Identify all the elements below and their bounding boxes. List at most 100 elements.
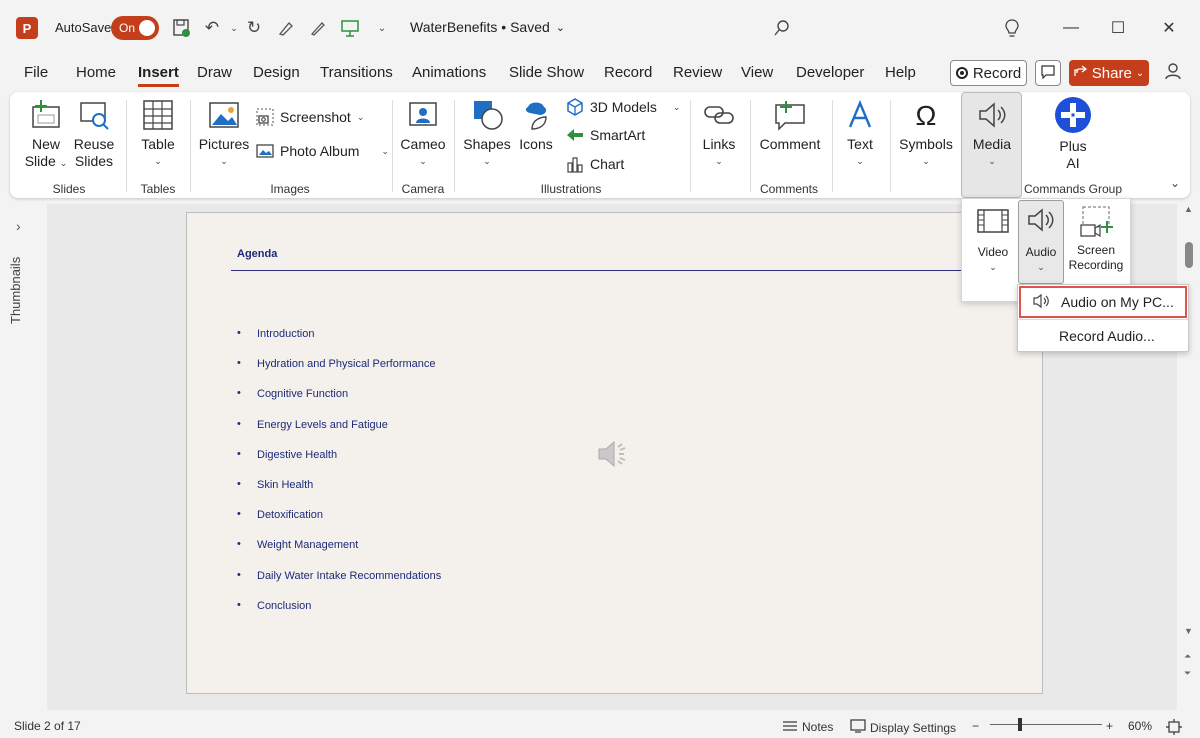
thumbnails-pane[interactable]: › Thumbnails: [0, 204, 46, 710]
search-icon[interactable]: [770, 16, 794, 40]
pictures-button[interactable]: Pictures ⌄: [199, 98, 249, 170]
group-divider: [126, 100, 127, 192]
smartart-button[interactable]: SmartArt: [566, 126, 645, 144]
reuse-slides-label-1: Reuse: [73, 136, 115, 152]
zoom-level[interactable]: 60%: [1128, 719, 1152, 733]
ribbon-display-options-icon[interactable]: ⌄: [1170, 176, 1180, 190]
reuse-slides-button[interactable]: Reuse Slides: [72, 98, 116, 170]
3d-models-button[interactable]: 3D Models ⌄: [566, 98, 680, 116]
list-item: Weight Management: [237, 538, 441, 569]
document-title-text: WaterBenefits • Saved: [410, 19, 550, 35]
slide[interactable]: Agenda Introduction Hydration and Physic…: [186, 212, 1043, 694]
group-divider: [750, 100, 751, 192]
notes-label: Notes: [802, 719, 834, 734]
chevron-down-icon: ⌄: [555, 21, 565, 34]
chevron-right-icon[interactable]: ›: [16, 218, 21, 234]
tab-review[interactable]: Review: [673, 64, 722, 81]
photo-album-button[interactable]: Photo Album ⌄: [256, 142, 389, 160]
cameo-button[interactable]: Cameo ⌄: [400, 98, 446, 170]
vertical-scrollbar[interactable]: ▲ ▼ ⏶ ⏷: [1180, 204, 1198, 710]
audio-speaker-icon[interactable]: [597, 438, 633, 473]
scroll-down-icon[interactable]: ▼: [1184, 626, 1193, 636]
tab-animations[interactable]: Animations: [412, 64, 486, 81]
display-settings-button[interactable]: Display Settings: [850, 719, 956, 736]
new-slide-icon: [29, 98, 63, 132]
screenshot-button[interactable]: Screenshot ⌄: [256, 108, 364, 126]
audio-button[interactable]: Audio ⌄: [1019, 205, 1063, 275]
document-title[interactable]: WaterBenefits • Saved ⌄: [410, 19, 565, 35]
zoom-out-button[interactable]: −: [972, 719, 979, 733]
zoom-slider-thumb[interactable]: [1018, 718, 1023, 731]
shapes-button[interactable]: Shapes ⌄: [463, 98, 511, 170]
media-button[interactable]: Media ⌄: [962, 98, 1022, 170]
undo-icon[interactable]: ↶: [200, 16, 224, 40]
present-icon[interactable]: [338, 16, 362, 40]
record-audio-item[interactable]: Record Audio...: [1018, 320, 1188, 352]
audio-on-my-pc-item[interactable]: Audio on My PC...: [1019, 286, 1187, 318]
lightbulb-icon[interactable]: [1000, 16, 1024, 40]
plus-ai-button[interactable]: Plus AI: [1042, 96, 1104, 172]
screenshot-icon: [256, 108, 274, 126]
symbols-button[interactable]: Ω Symbols ⌄: [898, 98, 954, 170]
share-label: Share: [1091, 64, 1132, 82]
scroll-thumb[interactable]: [1185, 242, 1193, 268]
group-divider: [890, 100, 891, 192]
zoom-in-button[interactable]: +: [1106, 719, 1113, 733]
comment-button[interactable]: Comment: [758, 98, 822, 153]
text-icon: [843, 98, 877, 132]
screen-recording-label-2: Recording: [1068, 258, 1124, 272]
tab-developer[interactable]: Developer: [796, 64, 864, 81]
tab-view[interactable]: View: [741, 64, 773, 81]
new-slide-button[interactable]: New Slide ⌄: [24, 98, 68, 172]
record-dot-icon: [955, 67, 968, 79]
zoom-slider[interactable]: [990, 724, 1102, 725]
highlighter-icon[interactable]: [274, 16, 298, 40]
links-button[interactable]: Links ⌄: [698, 98, 740, 170]
chart-button[interactable]: Chart: [566, 155, 624, 173]
group-divider: [832, 100, 833, 192]
chevron-down-icon: ⌄: [672, 101, 681, 112]
close-icon[interactable]: ✕: [1155, 14, 1183, 42]
minimize-icon[interactable]: —: [1057, 14, 1085, 42]
previous-slide-icon[interactable]: ⏶: [1184, 651, 1191, 662]
icons-button[interactable]: Icons: [516, 98, 556, 153]
thumbnails-label: Thumbnails: [8, 256, 23, 324]
agenda-list[interactable]: Introduction Hydration and Physical Perf…: [237, 327, 441, 630]
record-button[interactable]: Record: [950, 60, 1027, 86]
maximize-icon[interactable]: ☐: [1104, 14, 1132, 42]
fit-slide-icon[interactable]: [1166, 719, 1182, 735]
scroll-up-icon[interactable]: ▲: [1184, 204, 1193, 214]
pen-icon[interactable]: [306, 16, 330, 40]
tab-transitions[interactable]: Transitions: [320, 64, 393, 81]
comments-button[interactable]: [1035, 60, 1061, 86]
autosave-label: AutoSave: [55, 20, 112, 35]
next-slide-icon[interactable]: ⏷: [1184, 668, 1191, 679]
table-label: Table: [141, 136, 175, 152]
speaker-icon: [975, 98, 1009, 132]
redo-icon[interactable]: ↻: [242, 16, 266, 40]
customize-icon[interactable]: ⌄: [370, 16, 394, 40]
tab-help[interactable]: Help: [885, 64, 916, 81]
tab-file[interactable]: File: [24, 64, 48, 81]
tab-slide-show[interactable]: Slide Show: [509, 64, 584, 81]
smartart-label: SmartArt: [590, 127, 646, 143]
share-button[interactable]: Share ⌄: [1069, 60, 1149, 86]
notes-button[interactable]: Notes: [782, 719, 833, 734]
video-button[interactable]: Video ⌄: [972, 207, 1014, 275]
table-button[interactable]: Table ⌄: [136, 98, 180, 170]
save-icon[interactable]: [170, 16, 194, 40]
tab-draw[interactable]: Draw: [197, 64, 232, 81]
tab-home[interactable]: Home: [76, 64, 116, 81]
presence-icon[interactable]: [1163, 61, 1183, 86]
video-label: Video: [977, 245, 1009, 259]
text-button[interactable]: Text ⌄: [840, 98, 880, 170]
tab-design[interactable]: Design: [253, 64, 300, 81]
chevron-down-icon: ⌄: [1037, 262, 1045, 272]
tab-insert[interactable]: Insert: [138, 64, 179, 87]
screen-recording-button[interactable]: Screen Recording: [1066, 205, 1126, 273]
shapes-icon: [470, 98, 504, 132]
tab-record[interactable]: Record: [604, 64, 652, 81]
autosave-toggle[interactable]: On: [111, 16, 159, 40]
slide-title[interactable]: Agenda: [237, 248, 277, 260]
screenshot-label: Screenshot: [280, 109, 351, 125]
